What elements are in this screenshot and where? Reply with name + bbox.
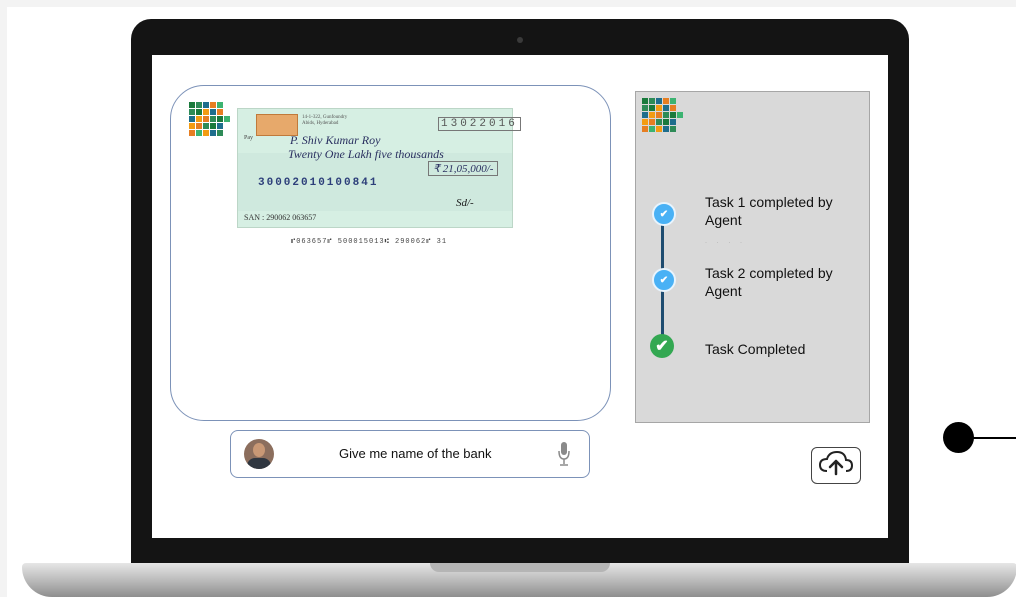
task-complete-icon: ✔ [650,334,674,358]
prompt-text: Give me name of the bank [339,446,492,461]
document-panel: 14-1-322, Gunfoundry Abids, Hyderabad 130… [170,85,611,421]
cheque-amount: ₹ 21,05,000/- [428,161,499,176]
logo-cell [649,98,655,104]
logo-cell [670,112,676,118]
logo-cell [677,105,683,111]
logo-cell [677,112,683,118]
cheque-signature: Sd/- [456,197,474,209]
logo-cell [189,116,195,122]
logo-cell [217,109,223,115]
logo-cell [663,119,669,125]
cheque-account-number: 30002010100841 [258,177,379,189]
laptop-notch [430,563,610,572]
cheque-payee: P. Shiv Kumar Roy [290,133,381,147]
logo-cell [210,102,216,108]
microphone-icon[interactable] [557,441,571,472]
logo-cell [656,98,662,104]
logo-cell [210,123,216,129]
logo-cell [642,98,648,104]
logo-cell [203,116,209,122]
cloud-upload-icon [818,450,854,481]
logo-cell [670,119,676,125]
logo-cell [224,102,230,108]
logo-cell [210,130,216,136]
logo-cell [203,109,209,115]
task-1-check-icon: ✔ [652,202,676,226]
logo-cell [203,130,209,136]
logo-cell [670,126,676,132]
task-2-check-icon: ✔ [652,268,676,292]
cheque-date: 13022016 [438,117,521,131]
logo-cell [642,119,648,125]
logo-cell [656,119,662,125]
logo-cell [663,112,669,118]
logo-cell [203,123,209,129]
task-status-panel: ✔ Task 1 completed by Agent · · · · ✔ Ta… [635,91,870,423]
task-2-label: Task 2 completed by Agent [705,265,833,299]
logo-cell [210,116,216,122]
logo-cell [196,123,202,129]
logo-cell [196,116,202,122]
camera-icon [517,37,523,43]
connector-line [972,437,1016,439]
logo-cell [642,105,648,111]
logo-cell [649,105,655,111]
agent-logo-icon [642,98,683,132]
task-complete-label: Task Completed [705,341,806,357]
laptop-screen: 14-1-322, Gunfoundry Abids, Hyderabad 130… [152,55,888,538]
cheque-micr: ⑈063657⑈ 500015013⑆ 290062⑈ 31 [291,238,448,246]
logo-cell [196,130,202,136]
logo-cell [656,112,662,118]
logo-cell [663,126,669,132]
logo-cell [189,109,195,115]
user-avatar [244,439,274,469]
task-progress-text: · · · · [705,240,746,246]
logo-cell [196,102,202,108]
logo-cell [203,102,209,108]
logo-cell [189,123,195,129]
logo-cell [217,102,223,108]
cheque-image: 14-1-322, Gunfoundry Abids, Hyderabad 130… [237,108,521,228]
logo-cell [670,105,676,111]
logo-cell [189,102,195,108]
logo-cell [224,123,230,129]
logo-cell [649,112,655,118]
logo-cell [663,105,669,111]
logo-cell [224,116,230,122]
logo-cell [217,116,223,122]
upload-button[interactable] [811,447,861,484]
logo-cell [656,105,662,111]
logo-cell [217,123,223,129]
cheque-bank-address: 14-1-322, Gunfoundry Abids, Hyderabad [302,115,348,126]
app-logo-icon [189,102,230,136]
cheque-amount-words: Twenty One Lakh five thousands [288,147,444,161]
logo-cell [649,119,655,125]
logo-cell [196,109,202,115]
logo-cell [217,130,223,136]
logo-cell [656,126,662,132]
logo-cell [677,126,683,132]
logo-cell [663,98,669,104]
logo-cell [677,119,683,125]
logo-cell [210,109,216,115]
logo-cell [677,98,683,104]
logo-cell [224,109,230,115]
logo-cell [642,126,648,132]
logo-cell [670,98,676,104]
task-1-label: Task 1 completed by Agent [705,194,833,228]
logo-cell [649,126,655,132]
cheque-san: SAN : 290062 063657 [244,213,317,222]
logo-cell [642,112,648,118]
logo-cell [224,130,230,136]
cheque-pay-label: Pay [244,135,253,141]
prompt-bar[interactable]: Give me name of the bank [230,430,590,478]
connector-dot [943,422,974,453]
logo-cell [189,130,195,136]
